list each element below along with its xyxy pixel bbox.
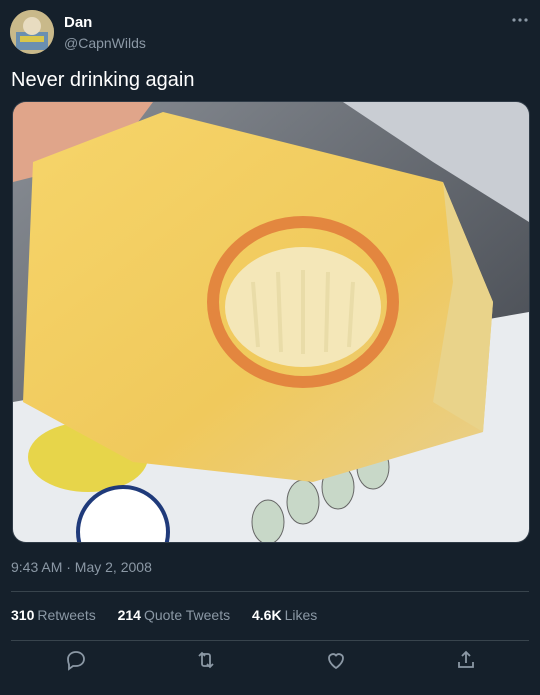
retweets-label: Retweets xyxy=(37,607,96,623)
tweet-stats: 310 Retweets 214 Quote Tweets 4.6K Likes xyxy=(11,607,335,623)
quote-tweets-stat[interactable]: 214 Quote Tweets xyxy=(118,607,231,623)
divider xyxy=(11,640,529,641)
avatar[interactable] xyxy=(10,10,54,54)
tweet-image[interactable] xyxy=(12,101,530,543)
likes-count: 4.6K xyxy=(252,607,282,623)
tweet-actions xyxy=(0,648,540,678)
divider xyxy=(11,591,529,592)
tweet-timestamp[interactable]: 9:43 AM · May 2, 2008 xyxy=(11,559,152,575)
share-icon[interactable] xyxy=(454,648,478,672)
quote-tweets-count: 214 xyxy=(117,607,141,623)
retweet-icon[interactable] xyxy=(194,648,218,672)
likes-label: Likes xyxy=(284,607,318,623)
more-horizontal-icon[interactable] xyxy=(510,10,530,30)
retweets-stat[interactable]: 310 Retweets xyxy=(11,607,96,623)
quote-tweets-label: Quote Tweets xyxy=(143,607,231,623)
display-name[interactable]: Dan xyxy=(64,14,92,31)
retweets-count: 310 xyxy=(11,607,35,623)
likes-stat[interactable]: 4.6K Likes xyxy=(252,607,317,623)
tweet-text: Never drinking again xyxy=(11,69,195,91)
heart-icon[interactable] xyxy=(324,648,348,672)
user-handle[interactable]: @CapnWilds xyxy=(64,35,146,51)
reply-icon[interactable] xyxy=(64,648,88,672)
tweet-header: Dan @CapnWilds xyxy=(0,0,540,60)
